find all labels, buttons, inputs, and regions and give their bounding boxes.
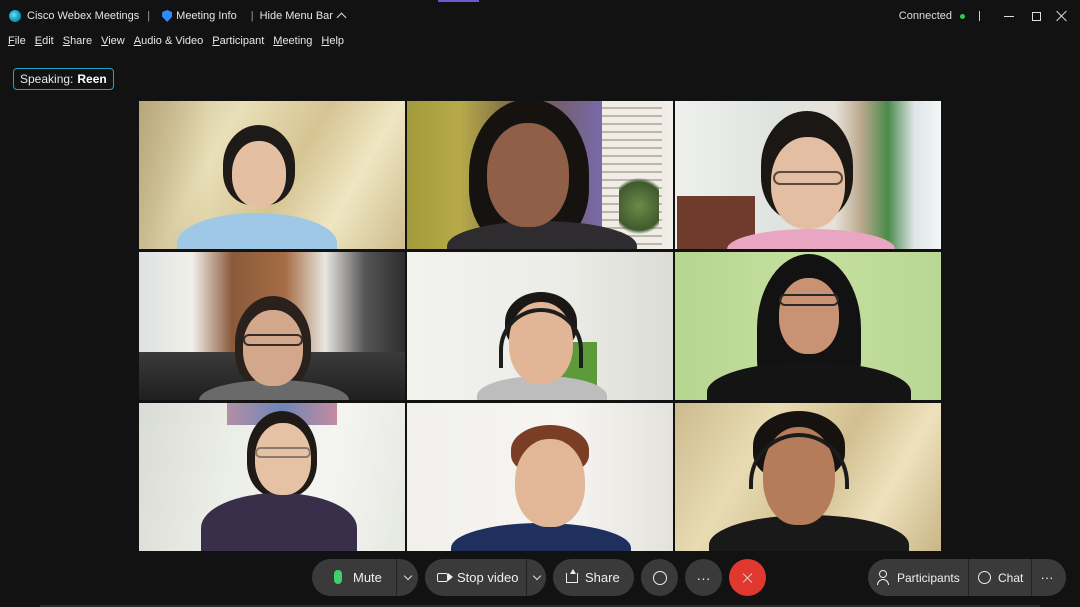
video-grid <box>139 101 941 551</box>
maximize-button[interactable] <box>1023 3 1049 29</box>
glasses <box>243 334 303 346</box>
end-meeting-button[interactable] <box>729 559 766 596</box>
video-tile-active-speaker[interactable] <box>407 101 673 249</box>
chat-button[interactable]: Chat <box>969 559 1031 596</box>
participant-face <box>243 310 303 386</box>
video-tile[interactable] <box>407 252 673 400</box>
title-separator: | <box>250 10 254 22</box>
menu-edit[interactable]: Edit <box>35 35 54 49</box>
webex-logo-icon <box>9 10 21 22</box>
panel-more-button[interactable]: ··· <box>1032 559 1066 596</box>
menu-help[interactable]: Help <box>321 35 344 49</box>
connected-dot-icon <box>960 13 965 19</box>
menu-share[interactable]: Share <box>63 35 92 49</box>
participant-face <box>232 141 286 207</box>
panel-more-label: ··· <box>1040 570 1054 585</box>
person-icon <box>879 570 887 578</box>
share-label: Share <box>585 570 620 585</box>
menu-meeting[interactable]: Meeting <box>273 35 312 49</box>
participant-face <box>515 439 585 527</box>
chevron-up-icon <box>336 12 347 23</box>
menu-view[interactable]: View <box>101 35 125 49</box>
speaking-label: Speaking: <box>20 72 74 86</box>
video-tile[interactable] <box>675 101 941 249</box>
minimize-button[interactable] <box>996 3 1022 29</box>
participant-face <box>255 423 311 495</box>
mute-button-group: Mute <box>312 559 418 596</box>
video-tile[interactable] <box>139 101 405 249</box>
glasses <box>773 171 843 185</box>
more-options-button[interactable]: ··· <box>685 559 722 596</box>
menu-file[interactable]: File <box>8 35 26 49</box>
glasses <box>255 447 311 458</box>
active-speaker-badge: Speaking: Reen <box>13 68 114 90</box>
speaker-name: Reen <box>77 72 107 86</box>
video-button-group: Stop video <box>425 559 546 596</box>
audio-options-dropdown[interactable] <box>397 559 418 596</box>
more-options-label: ··· <box>696 569 711 586</box>
connection-status: Connected <box>898 10 952 22</box>
plant <box>619 171 659 241</box>
share-button[interactable]: Share <box>553 559 634 596</box>
reactions-button[interactable] <box>641 559 678 596</box>
hide-menu-bar-button[interactable]: Hide Menu Bar <box>259 10 347 23</box>
smiley-icon <box>652 570 667 585</box>
chat-bubble-icon <box>978 571 991 584</box>
video-tile[interactable] <box>139 403 405 551</box>
minimize-icon <box>1004 15 1014 17</box>
stop-video-button[interactable] <box>425 559 526 596</box>
glasses <box>779 294 839 306</box>
status-divider <box>979 11 980 21</box>
close-icon <box>742 572 753 583</box>
title-separator: | <box>147 10 151 22</box>
video-tile[interactable] <box>675 403 941 551</box>
participant-face <box>779 278 839 354</box>
title-bar: Cisco Webex Meetings | Meeting Info | Hi… <box>0 0 1080 32</box>
share-arrow-icon <box>570 569 576 574</box>
video-options-dropdown[interactable] <box>527 559 546 596</box>
participants-label: Participants <box>897 570 960 585</box>
video-tile[interactable] <box>675 252 941 400</box>
participants-button[interactable]: Participants <box>868 559 968 596</box>
menu-audio-video[interactable]: Audio & Video <box>134 35 204 49</box>
chevron-down-icon <box>403 571 412 581</box>
hide-menu-bar-label: Hide Menu Bar <box>259 10 333 22</box>
person-body-icon <box>877 579 889 585</box>
menu-bar: File Edit Share View Audio & Video Parti… <box>8 35 353 49</box>
menu-participant[interactable]: Participant <box>212 35 264 49</box>
close-window-button[interactable] <box>1049 3 1075 29</box>
meeting-info-button[interactable]: Meeting Info <box>162 10 237 22</box>
maximize-icon <box>1031 11 1041 21</box>
mute-button[interactable] <box>312 559 396 596</box>
meeting-controls-toolbar: Mute Stop video Share ··· Participants C… <box>0 558 1080 598</box>
chat-label: Chat <box>998 570 1024 585</box>
chevron-down-icon <box>532 571 541 581</box>
video-tile[interactable] <box>139 252 405 400</box>
shield-icon <box>162 10 173 22</box>
app-title: Cisco Webex Meetings <box>27 10 140 22</box>
close-icon <box>1056 10 1068 22</box>
meeting-info-label: Meeting Info <box>176 10 237 22</box>
participant-face <box>487 123 569 227</box>
share-icon <box>566 573 578 583</box>
video-tile[interactable] <box>407 403 673 551</box>
